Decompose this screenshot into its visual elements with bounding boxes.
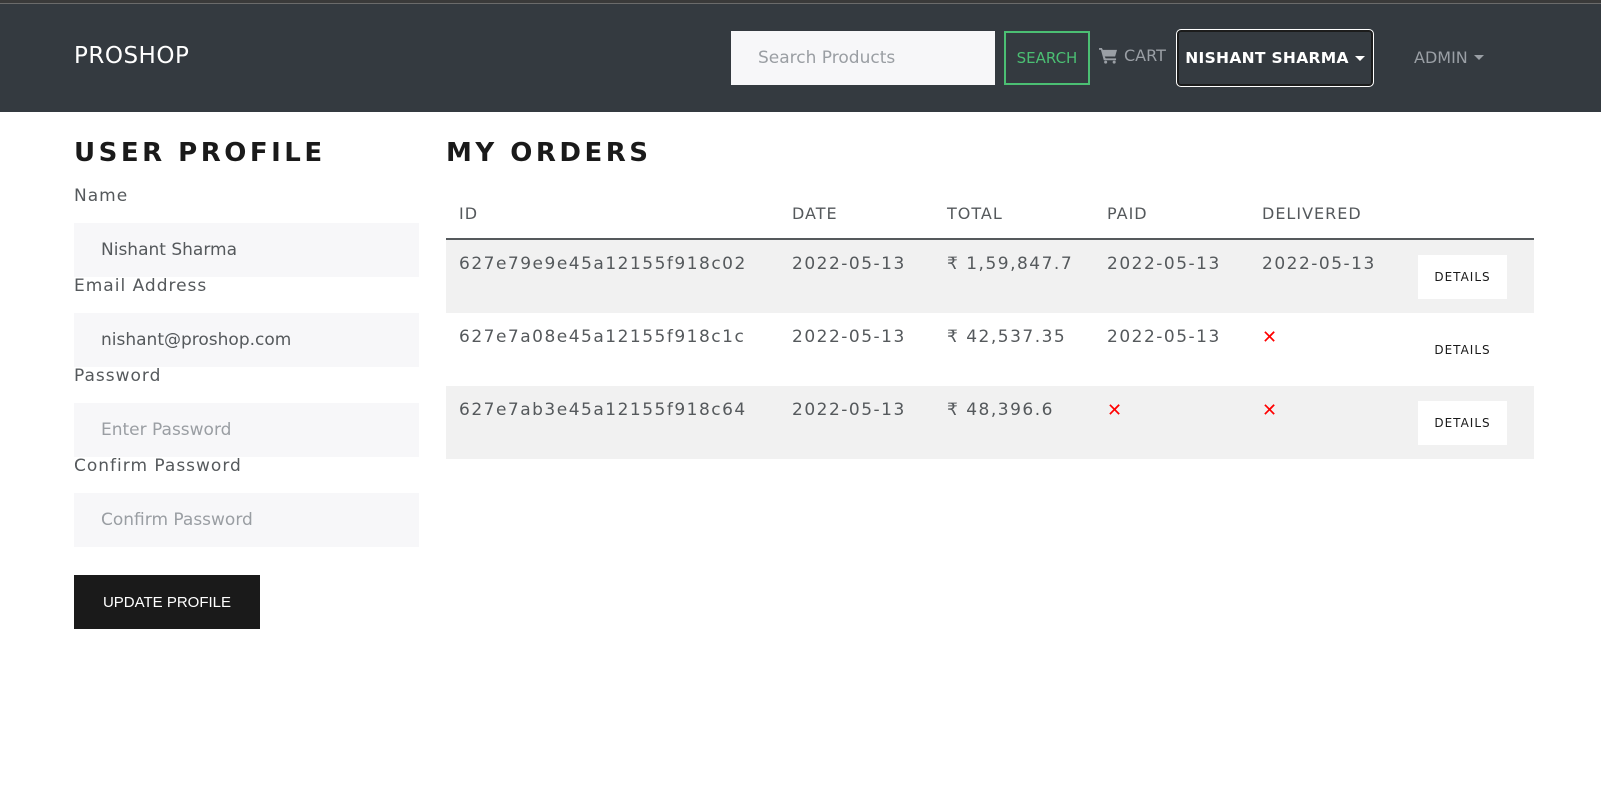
name-label: Name xyxy=(74,186,129,206)
order-details-button[interactable]: DETAILS xyxy=(1418,401,1507,445)
order-delivered-cell: ✕ xyxy=(1262,400,1277,421)
column-header-date: DATE xyxy=(792,204,838,223)
confirm-password-field[interactable] xyxy=(74,493,419,547)
caret-down-icon xyxy=(1473,55,1484,60)
order-paid-cell: ✕ xyxy=(1107,400,1122,421)
search-input[interactable] xyxy=(731,31,995,85)
my-orders-heading: MY ORDERS xyxy=(446,138,652,168)
order-paid-cell: 2022-05-13 xyxy=(1107,327,1221,347)
update-profile-button[interactable]: UPDATE PROFILE xyxy=(74,575,260,629)
name-field[interactable] xyxy=(74,223,419,277)
order-delivered-cell: ✕ xyxy=(1262,327,1277,348)
orders-table-header: ID DATE TOTAL PAID DELIVERED xyxy=(446,193,1534,240)
order-date-cell: 2022-05-13 xyxy=(792,254,906,274)
password-field[interactable] xyxy=(74,403,419,457)
order-date-cell: 2022-05-13 xyxy=(792,400,906,420)
order-delivered-cell: 2022-05-13 xyxy=(1262,254,1376,274)
caret-down-icon xyxy=(1354,55,1365,61)
admin-menu-dropdown[interactable]: ADMIN xyxy=(1414,48,1484,67)
order-total-cell: ₹ 1,59,847.7 xyxy=(947,254,1074,274)
times-icon: ✕ xyxy=(1262,327,1278,348)
order-total-cell: ₹ 48,396.6 xyxy=(947,400,1054,420)
order-id-cell: 627e7ab3e45a12155f918c64 xyxy=(459,400,747,420)
email-field[interactable] xyxy=(74,313,419,367)
navbar: PROSHOP SEARCH CART NISHANT SHARMA ADMIN xyxy=(0,4,1601,112)
column-header-paid: PAID xyxy=(1107,204,1148,223)
email-label: Email Address xyxy=(74,276,208,296)
table-row: 627e7a08e45a12155f918c1c 2022-05-13 ₹ 42,5… xyxy=(446,313,1534,386)
times-icon: ✕ xyxy=(1107,400,1123,421)
user-profile-heading: USER PROFILE xyxy=(74,138,326,168)
orders-table: ID DATE TOTAL PAID DELIVERED 627e79e9e45… xyxy=(446,193,1534,459)
order-details-button[interactable]: DETAILS xyxy=(1418,255,1507,299)
search-button[interactable]: SEARCH xyxy=(1004,31,1090,85)
order-details-button[interactable]: DETAILS xyxy=(1418,328,1507,372)
table-row: 627e79e9e45a12155f918c02 2022-05-13 ₹ 1,59… xyxy=(446,240,1534,313)
order-id-cell: 627e7a08e45a12155f918c1c xyxy=(459,327,746,347)
order-date-cell: 2022-05-13 xyxy=(792,327,906,347)
cart-label: CART xyxy=(1124,46,1166,65)
user-menu-dropdown[interactable]: NISHANT SHARMA xyxy=(1176,29,1374,87)
confirm-password-label: Confirm Password xyxy=(74,456,242,476)
times-icon: ✕ xyxy=(1262,400,1278,421)
cart-link[interactable]: CART xyxy=(1099,46,1166,65)
cart-icon xyxy=(1099,47,1117,64)
brand-logo[interactable]: PROSHOP xyxy=(74,43,189,69)
column-header-delivered: DELIVERED xyxy=(1262,204,1362,223)
table-row: 627e7ab3e45a12155f918c64 2022-05-13 ₹ 48,3… xyxy=(446,386,1534,459)
order-paid-cell: 2022-05-13 xyxy=(1107,254,1221,274)
password-label: Password xyxy=(74,366,162,386)
order-id-cell: 627e79e9e45a12155f918c02 xyxy=(459,254,747,274)
column-header-total: TOTAL xyxy=(947,204,1003,223)
admin-menu-label: ADMIN xyxy=(1414,48,1468,67)
order-total-cell: ₹ 42,537.35 xyxy=(947,327,1067,347)
column-header-id: ID xyxy=(459,204,479,223)
user-menu-label: NISHANT SHARMA xyxy=(1185,49,1349,67)
